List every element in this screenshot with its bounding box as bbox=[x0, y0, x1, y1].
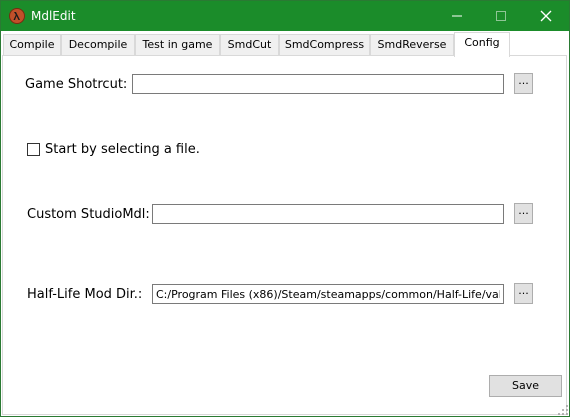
config-panel bbox=[2, 55, 567, 415]
tab-config[interactable]: Config bbox=[454, 32, 510, 57]
title-bar[interactable]: MdlEdit bbox=[1, 1, 569, 31]
tab-smdreverse[interactable]: SmdReverse bbox=[370, 34, 454, 55]
tab-test-in-game[interactable]: Test in game bbox=[135, 34, 220, 55]
custom-studiomdl-input[interactable] bbox=[152, 204, 504, 224]
tab-smdcompress[interactable]: SmdCompress bbox=[279, 34, 370, 55]
custom-studiomdl-browse-button[interactable]: ... bbox=[514, 203, 533, 224]
hl-mod-dir-label: Half-Life Mod Dir.: bbox=[27, 287, 143, 302]
maximize-icon bbox=[496, 11, 506, 21]
window-title: MdlEdit bbox=[31, 9, 76, 23]
start-selecting-label: Start by selecting a file. bbox=[45, 142, 200, 157]
hl-mod-dir-input[interactable] bbox=[152, 284, 504, 304]
resize-grip-icon[interactable] bbox=[557, 404, 569, 416]
tab-strip: Compile Decompile Test in game SmdCut Sm… bbox=[2, 32, 568, 57]
game-shortcut-browse-button[interactable]: ... bbox=[514, 73, 533, 94]
start-selecting-checkbox[interactable] bbox=[27, 143, 40, 156]
game-shortcut-label: Game Shotrcut: bbox=[25, 77, 128, 92]
save-button[interactable]: Save bbox=[489, 375, 562, 397]
hl-mod-dir-browse-button[interactable]: ... bbox=[514, 283, 533, 304]
minimize-button[interactable] bbox=[434, 1, 480, 31]
close-button[interactable] bbox=[523, 1, 569, 31]
half-life-lambda-icon bbox=[9, 8, 25, 24]
tab-compile[interactable]: Compile bbox=[3, 34, 61, 55]
maximize-button[interactable] bbox=[478, 1, 524, 31]
game-shortcut-input[interactable] bbox=[132, 74, 504, 94]
close-icon bbox=[540, 10, 552, 22]
mdledit-window: MdlEdit Compile Decompile Test in game S… bbox=[0, 0, 570, 417]
tab-smdcut[interactable]: SmdCut bbox=[220, 34, 279, 55]
tab-decompile[interactable]: Decompile bbox=[61, 34, 135, 55]
minimize-icon bbox=[452, 15, 462, 17]
custom-studiomdl-label: Custom StudioMdl: bbox=[27, 207, 150, 222]
